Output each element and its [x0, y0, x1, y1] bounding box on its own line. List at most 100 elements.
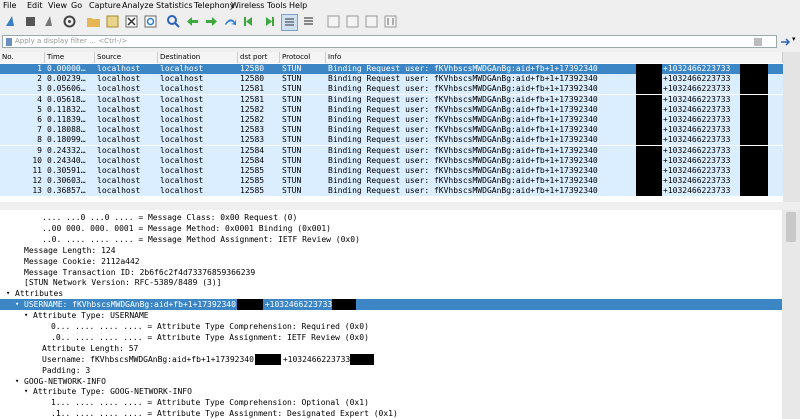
pane-splitter[interactable]	[0, 203, 800, 210]
packet-proto-cell: STUN	[282, 145, 302, 155]
packet-details-scrollbar[interactable]	[782, 210, 800, 419]
column-header-destination[interactable]: Destination	[158, 52, 238, 63]
scrollbar-thumb[interactable]	[786, 212, 796, 242]
stop-capture-icon[interactable]	[23, 14, 38, 29]
packet-row[interactable]: 7 0.18088… localhost localhost 12583 STUN Bind…	[0, 125, 783, 136]
packet-port-cell: 12585	[240, 186, 265, 196]
menu-help[interactable]: Help	[289, 0, 307, 11]
filter-expression-dropdown[interactable]: ▾	[792, 35, 796, 43]
packet-port-cell: 12584	[240, 155, 265, 165]
column-header-protocol[interactable]: Protocol	[280, 52, 326, 63]
detail-tree-item[interactable]: Message Length: 124	[0, 245, 782, 256]
packet-dst-cell: localhost	[160, 94, 204, 104]
detail-tree-item[interactable]: .1.. .... .... .... = Attribute Type Ass…	[0, 408, 782, 419]
redaction-block	[237, 299, 264, 311]
close-file-icon[interactable]	[124, 14, 139, 29]
detail-tree-item[interactable]: .... ...0 ...0 .... = Message Class: 0x0…	[0, 212, 782, 223]
packet-row[interactable]: 10 0.24340… localhost localhost 12584 STUN Bin…	[0, 155, 783, 166]
packet-row[interactable]: 1 0.00000… localhost localhost 12580 STUN Bind…	[0, 64, 783, 74]
detail-tree-item[interactable]: ▾ Attributes	[0, 288, 782, 299]
auto-scroll-icon[interactable]	[281, 14, 298, 31]
colorize-icon[interactable]	[301, 14, 316, 29]
detail-tree-item[interactable]: Username: fKVhbscsMWDGAnBg:aid+fb+1+1739…	[0, 353, 782, 365]
packet-row[interactable]: 5 0.11832… localhost localhost 12582 STUN Bind…	[0, 104, 783, 115]
restart-capture-icon[interactable]	[42, 14, 57, 29]
redaction-block	[636, 166, 662, 176]
detail-tree-item[interactable]: ▾ USERNAME: fKVhbscsMWDGAnBg:aid+fb+1+173…	[0, 299, 782, 311]
detail-tree-item[interactable]: ▾ GOOG-NETWORK-INFO	[0, 376, 782, 387]
packet-row[interactable]: 13 0.36857… localhost localhost 12585 STUN Bin…	[0, 186, 783, 197]
menu-view[interactable]: View	[48, 0, 67, 11]
expand-arrow-icon[interactable]: ▾	[15, 299, 19, 310]
menu-statistics[interactable]: Statistics	[156, 0, 193, 11]
packet-row[interactable]: 3 0.05606… localhost localhost 12581 STUN Bind…	[0, 84, 783, 95]
packet-info-suffix-cell: +1032466223733	[663, 115, 731, 124]
packet-row[interactable]: 8 0.18099… localhost localhost 12583 STUN Bind…	[0, 135, 783, 146]
packet-row[interactable]: 2 0.00239… localhost localhost 12580 STUN Bind…	[0, 74, 783, 85]
open-file-icon[interactable]	[86, 14, 101, 29]
column-header-time[interactable]: Time	[45, 52, 95, 63]
menu-telephony[interactable]: Telephony	[194, 0, 234, 11]
column-header-source[interactable]: Source	[95, 52, 158, 63]
go-last-packet-icon[interactable]	[261, 14, 276, 29]
go-first-packet-icon[interactable]	[242, 14, 257, 29]
menu-file[interactable]: File	[3, 0, 16, 11]
normal-size-icon[interactable]	[364, 14, 379, 29]
menu-capture[interactable]: Capture	[89, 0, 121, 11]
menu-edit[interactable]: Edit	[27, 0, 43, 11]
menu-tools[interactable]: Tools	[267, 0, 287, 11]
packet-port-cell: 12580	[240, 74, 265, 84]
expand-arrow-icon[interactable]: ▾	[6, 288, 10, 299]
go-forward-icon[interactable]	[204, 14, 219, 29]
go-to-packet-icon[interactable]	[223, 14, 238, 29]
menu-wireless[interactable]: Wireless	[231, 0, 264, 11]
column-header-info[interactable]: Info	[326, 52, 783, 63]
detail-tree-item[interactable]: Attribute Length: 57	[0, 343, 782, 354]
packet-time-cell: 0.24340…	[47, 155, 86, 165]
detail-tree-item[interactable]: [STUN Network Version: RFC-5389/8489 (3)…	[0, 277, 782, 288]
packet-info-suffix-cell: +1032466223733	[663, 186, 731, 196]
expand-arrow-icon[interactable]: ▾	[24, 386, 28, 397]
reload-file-icon[interactable]	[143, 14, 158, 29]
find-packet-icon[interactable]	[166, 14, 181, 29]
detail-tree-item[interactable]: 1... .... .... .... = Attribute Type Com…	[0, 397, 782, 408]
packet-time-cell: 0.00239…	[47, 74, 86, 84]
column-header-no[interactable]: No.	[0, 52, 45, 63]
packet-row[interactable]: 6 0.11839… localhost localhost 12582 STUN Bind…	[0, 115, 783, 125]
detail-tree-item[interactable]: Message Transaction ID: 2b6f6c2f4d733768…	[0, 267, 782, 278]
packet-time-cell: 0.05606…	[47, 84, 86, 94]
resize-columns-icon[interactable]	[383, 14, 398, 29]
menu-analyze[interactable]: Analyze	[122, 0, 154, 11]
packet-row[interactable]: 12 0.30603… localhost localhost 12585 STUN Bin…	[0, 176, 783, 187]
display-filter-input[interactable]: Apply a display filter … <Ctrl-/>	[2, 35, 777, 48]
capture-options-icon[interactable]	[62, 14, 77, 29]
clear-filter-icon[interactable]	[754, 38, 762, 46]
detail-tree-item[interactable]: Message Cookie: 2112a442	[0, 256, 782, 267]
menu-go[interactable]: Go	[71, 0, 82, 11]
packet-time-cell: 0.36857…	[47, 186, 86, 196]
packet-row[interactable]: 9 0.24332… localhost localhost 12584 STUN Bind…	[0, 145, 783, 156]
detail-tree-item[interactable]: .0.. .... .... .... = Attribute Type Ass…	[0, 332, 782, 343]
detail-tree-item[interactable]: 0... .... .... .... = Attribute Type Com…	[0, 321, 782, 332]
apply-filter-arrow-icon[interactable]	[781, 37, 791, 47]
expand-arrow-icon[interactable]: ▾	[15, 376, 19, 387]
detail-tree-item[interactable]: ▾ Attribute Type: USERNAME	[0, 310, 782, 321]
expand-arrow-icon[interactable]: ▾	[24, 310, 28, 321]
detail-tree-item[interactable]: ▾ Attribute Type: GOOG-NETWORK-INFO	[0, 386, 782, 397]
packet-list-scrollbar[interactable]	[783, 52, 800, 202]
save-file-icon[interactable]	[105, 14, 120, 29]
packet-row[interactable]: 4 0.05618… localhost localhost 12581 STUN Bind…	[0, 94, 783, 105]
bookmark-icon[interactable]	[5, 38, 13, 46]
packet-info-suffix-cell: +1032466223733	[663, 145, 731, 155]
zoom-in-icon[interactable]	[326, 14, 341, 29]
detail-tree-item[interactable]: ..0. .... .... .... = Message Method Ass…	[0, 234, 782, 245]
detail-tree-item[interactable]: ..00 000. 000. 0001 = Message Method: 0x…	[0, 223, 782, 234]
packet-src-cell: localhost	[97, 186, 141, 196]
zoom-out-icon[interactable]	[345, 14, 360, 29]
packet-row[interactable]: 11 0.30591… localhost localhost 12585 STUN Bin…	[0, 166, 783, 176]
detail-tree-item[interactable]: Padding: 3	[0, 365, 782, 376]
redaction-block	[740, 104, 768, 115]
column-header-dstport[interactable]: dst port	[238, 52, 280, 63]
go-back-icon[interactable]	[185, 14, 200, 29]
shark-fin-start-icon[interactable]	[4, 14, 19, 29]
